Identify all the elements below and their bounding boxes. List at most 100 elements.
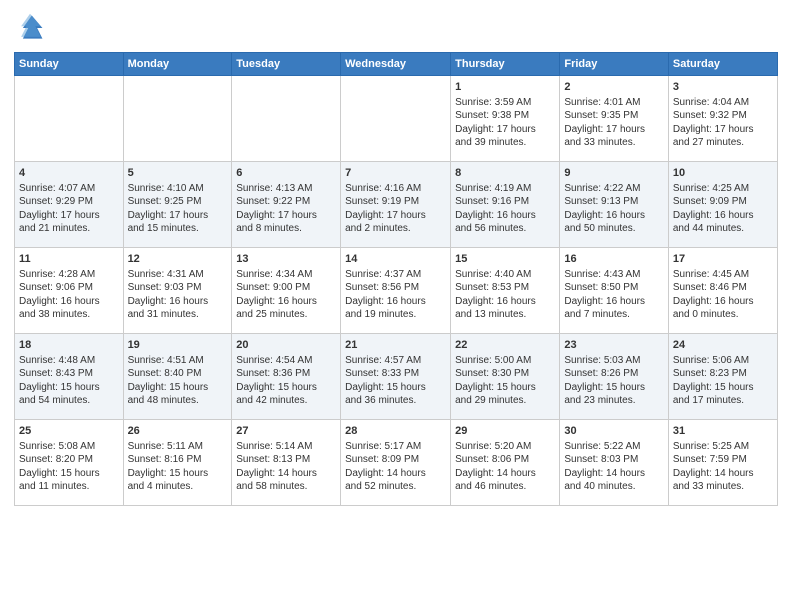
day-info: Sunrise: 5:20 AM Sunset: 8:06 PM Dayligh…	[455, 440, 555, 494]
day-cell: 6Sunrise: 4:13 AM Sunset: 9:22 PM Daylig…	[232, 162, 341, 248]
day-cell: 23Sunrise: 5:03 AM Sunset: 8:26 PM Dayli…	[560, 334, 669, 420]
col-header-thursday: Thursday	[451, 53, 560, 76]
day-info: Sunrise: 4:04 AM Sunset: 9:32 PM Dayligh…	[673, 96, 773, 150]
day-number: 9	[564, 166, 664, 181]
day-number: 31	[673, 424, 773, 439]
day-cell: 21Sunrise: 4:57 AM Sunset: 8:33 PM Dayli…	[341, 334, 451, 420]
day-number: 27	[236, 424, 336, 439]
week-row-2: 4Sunrise: 4:07 AM Sunset: 9:29 PM Daylig…	[15, 162, 778, 248]
col-header-wednesday: Wednesday	[341, 53, 451, 76]
day-info: Sunrise: 4:07 AM Sunset: 9:29 PM Dayligh…	[19, 182, 119, 236]
day-number: 20	[236, 338, 336, 353]
day-cell: 3Sunrise: 4:04 AM Sunset: 9:32 PM Daylig…	[668, 76, 777, 162]
day-info: Sunrise: 5:08 AM Sunset: 8:20 PM Dayligh…	[19, 440, 119, 494]
day-info: Sunrise: 5:00 AM Sunset: 8:30 PM Dayligh…	[455, 354, 555, 408]
day-info: Sunrise: 4:19 AM Sunset: 9:16 PM Dayligh…	[455, 182, 555, 236]
day-number: 26	[128, 424, 228, 439]
day-number: 19	[128, 338, 228, 353]
calendar-table: SundayMondayTuesdayWednesdayThursdayFrid…	[14, 52, 778, 506]
day-info: Sunrise: 4:57 AM Sunset: 8:33 PM Dayligh…	[345, 354, 446, 408]
day-info: Sunrise: 4:37 AM Sunset: 8:56 PM Dayligh…	[345, 268, 446, 322]
day-info: Sunrise: 4:48 AM Sunset: 8:43 PM Dayligh…	[19, 354, 119, 408]
day-number: 10	[673, 166, 773, 181]
day-cell: 30Sunrise: 5:22 AM Sunset: 8:03 PM Dayli…	[560, 420, 669, 506]
day-info: Sunrise: 4:28 AM Sunset: 9:06 PM Dayligh…	[19, 268, 119, 322]
day-number: 4	[19, 166, 119, 181]
day-info: Sunrise: 5:25 AM Sunset: 7:59 PM Dayligh…	[673, 440, 773, 494]
day-number: 16	[564, 252, 664, 267]
day-number: 29	[455, 424, 555, 439]
day-cell: 22Sunrise: 5:00 AM Sunset: 8:30 PM Dayli…	[451, 334, 560, 420]
day-info: Sunrise: 4:10 AM Sunset: 9:25 PM Dayligh…	[128, 182, 228, 236]
day-cell: 27Sunrise: 5:14 AM Sunset: 8:13 PM Dayli…	[232, 420, 341, 506]
day-info: Sunrise: 4:45 AM Sunset: 8:46 PM Dayligh…	[673, 268, 773, 322]
day-info: Sunrise: 5:17 AM Sunset: 8:09 PM Dayligh…	[345, 440, 446, 494]
day-cell: 25Sunrise: 5:08 AM Sunset: 8:20 PM Dayli…	[15, 420, 124, 506]
header-row: SundayMondayTuesdayWednesdayThursdayFrid…	[15, 53, 778, 76]
day-cell: 1Sunrise: 3:59 AM Sunset: 9:38 PM Daylig…	[451, 76, 560, 162]
col-header-tuesday: Tuesday	[232, 53, 341, 76]
day-cell	[341, 76, 451, 162]
week-row-5: 25Sunrise: 5:08 AM Sunset: 8:20 PM Dayli…	[15, 420, 778, 506]
day-number: 7	[345, 166, 446, 181]
day-cell: 16Sunrise: 4:43 AM Sunset: 8:50 PM Dayli…	[560, 248, 669, 334]
day-info: Sunrise: 4:16 AM Sunset: 9:19 PM Dayligh…	[345, 182, 446, 236]
day-number: 30	[564, 424, 664, 439]
day-cell: 15Sunrise: 4:40 AM Sunset: 8:53 PM Dayli…	[451, 248, 560, 334]
col-header-saturday: Saturday	[668, 53, 777, 76]
day-number: 3	[673, 80, 773, 95]
day-number: 17	[673, 252, 773, 267]
day-cell: 26Sunrise: 5:11 AM Sunset: 8:16 PM Dayli…	[123, 420, 232, 506]
day-cell: 18Sunrise: 4:48 AM Sunset: 8:43 PM Dayli…	[15, 334, 124, 420]
day-info: Sunrise: 4:51 AM Sunset: 8:40 PM Dayligh…	[128, 354, 228, 408]
day-info: Sunrise: 4:13 AM Sunset: 9:22 PM Dayligh…	[236, 182, 336, 236]
day-cell	[123, 76, 232, 162]
day-cell: 5Sunrise: 4:10 AM Sunset: 9:25 PM Daylig…	[123, 162, 232, 248]
col-header-monday: Monday	[123, 53, 232, 76]
day-info: Sunrise: 4:31 AM Sunset: 9:03 PM Dayligh…	[128, 268, 228, 322]
day-number: 15	[455, 252, 555, 267]
day-cell: 7Sunrise: 4:16 AM Sunset: 9:19 PM Daylig…	[341, 162, 451, 248]
day-cell: 29Sunrise: 5:20 AM Sunset: 8:06 PM Dayli…	[451, 420, 560, 506]
day-info: Sunrise: 5:22 AM Sunset: 8:03 PM Dayligh…	[564, 440, 664, 494]
col-header-sunday: Sunday	[15, 53, 124, 76]
day-number: 21	[345, 338, 446, 353]
day-number: 13	[236, 252, 336, 267]
day-number: 28	[345, 424, 446, 439]
day-number: 2	[564, 80, 664, 95]
day-number: 6	[236, 166, 336, 181]
day-cell: 10Sunrise: 4:25 AM Sunset: 9:09 PM Dayli…	[668, 162, 777, 248]
col-header-friday: Friday	[560, 53, 669, 76]
day-cell: 2Sunrise: 4:01 AM Sunset: 9:35 PM Daylig…	[560, 76, 669, 162]
day-number: 22	[455, 338, 555, 353]
logo-icon	[14, 12, 46, 44]
page: SundayMondayTuesdayWednesdayThursdayFrid…	[0, 0, 792, 516]
day-info: Sunrise: 5:06 AM Sunset: 8:23 PM Dayligh…	[673, 354, 773, 408]
day-cell: 4Sunrise: 4:07 AM Sunset: 9:29 PM Daylig…	[15, 162, 124, 248]
day-cell: 13Sunrise: 4:34 AM Sunset: 9:00 PM Dayli…	[232, 248, 341, 334]
week-row-3: 11Sunrise: 4:28 AM Sunset: 9:06 PM Dayli…	[15, 248, 778, 334]
day-number: 12	[128, 252, 228, 267]
day-info: Sunrise: 4:34 AM Sunset: 9:00 PM Dayligh…	[236, 268, 336, 322]
day-cell: 24Sunrise: 5:06 AM Sunset: 8:23 PM Dayli…	[668, 334, 777, 420]
day-cell: 8Sunrise: 4:19 AM Sunset: 9:16 PM Daylig…	[451, 162, 560, 248]
day-number: 11	[19, 252, 119, 267]
header	[14, 12, 778, 44]
day-cell: 9Sunrise: 4:22 AM Sunset: 9:13 PM Daylig…	[560, 162, 669, 248]
day-cell: 28Sunrise: 5:17 AM Sunset: 8:09 PM Dayli…	[341, 420, 451, 506]
day-info: Sunrise: 4:25 AM Sunset: 9:09 PM Dayligh…	[673, 182, 773, 236]
day-cell: 19Sunrise: 4:51 AM Sunset: 8:40 PM Dayli…	[123, 334, 232, 420]
day-number: 1	[455, 80, 555, 95]
day-cell	[15, 76, 124, 162]
day-number: 14	[345, 252, 446, 267]
day-info: Sunrise: 4:22 AM Sunset: 9:13 PM Dayligh…	[564, 182, 664, 236]
day-info: Sunrise: 3:59 AM Sunset: 9:38 PM Dayligh…	[455, 96, 555, 150]
day-info: Sunrise: 5:14 AM Sunset: 8:13 PM Dayligh…	[236, 440, 336, 494]
day-cell: 17Sunrise: 4:45 AM Sunset: 8:46 PM Dayli…	[668, 248, 777, 334]
day-number: 24	[673, 338, 773, 353]
day-number: 5	[128, 166, 228, 181]
day-cell: 14Sunrise: 4:37 AM Sunset: 8:56 PM Dayli…	[341, 248, 451, 334]
day-number: 8	[455, 166, 555, 181]
day-cell: 11Sunrise: 4:28 AM Sunset: 9:06 PM Dayli…	[15, 248, 124, 334]
logo	[14, 12, 50, 44]
